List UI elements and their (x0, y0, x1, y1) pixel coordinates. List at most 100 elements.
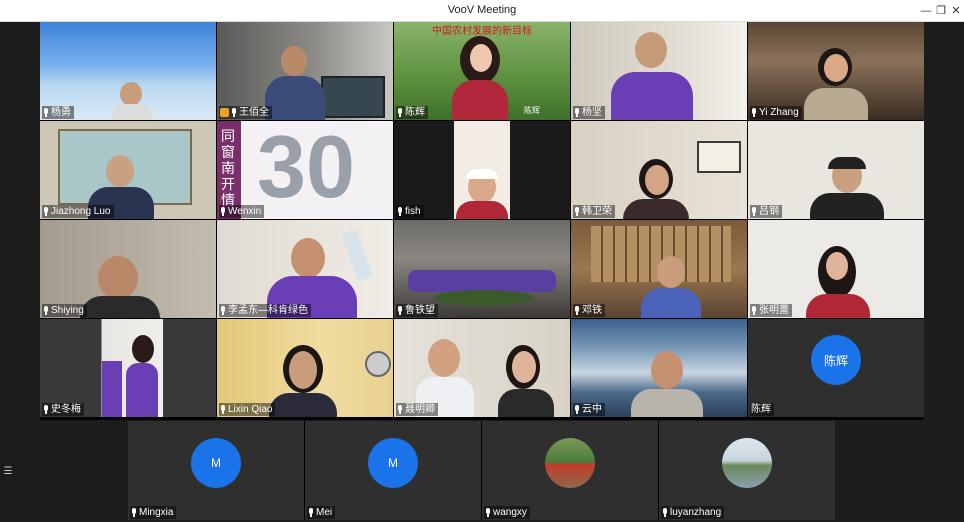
video-tile[interactable]: 陈辉 陈辉 (748, 319, 924, 417)
participant-label: 陈辉 (750, 403, 774, 416)
mic-icon (397, 306, 403, 315)
avatar: M (191, 437, 241, 488)
video-tile[interactable]: Lixin Qiao (217, 319, 393, 417)
participant-label: Mei (307, 506, 336, 519)
participant-name: 云中 (582, 404, 602, 415)
participant-name: 杨坚 (582, 107, 602, 118)
video-tile[interactable]: 中国农村发展的新目标 陈辉 陈辉 (394, 22, 570, 120)
video-tile[interactable]: wangxy (482, 421, 658, 520)
participant-list-toggle-icon[interactable]: ☰ (2, 466, 14, 478)
video-tile[interactable]: 鲁铁望 (394, 220, 570, 318)
mic-icon (397, 108, 403, 117)
video-tile[interactable]: 李孟东—科肯绿色 (217, 220, 393, 318)
participant-name: Wenxin (228, 206, 262, 217)
wall-painting (697, 141, 741, 173)
participant-label: 杨勇 (42, 106, 74, 119)
avatar (722, 437, 772, 488)
mic-icon (485, 508, 491, 517)
mic-icon (751, 207, 757, 216)
participant-label: luyanzhang (661, 506, 725, 519)
video-tile[interactable]: 吕钢 (748, 121, 924, 219)
mic-icon (43, 405, 49, 414)
mic-icon (574, 108, 580, 117)
video-tile[interactable]: 云中 (571, 319, 747, 417)
mic-icon (43, 207, 49, 216)
participant-label: Lixin Qiao (219, 403, 276, 416)
participant-label: 杨坚 (573, 106, 605, 119)
video-tile[interactable]: Yi Zhang (748, 22, 924, 120)
participant-name: 聂明卿 (405, 404, 435, 415)
video-tile[interactable]: 王佰全 (217, 22, 393, 120)
participant-name: 陈辉 (751, 404, 771, 415)
participant-label: 吕钢 (750, 205, 782, 218)
video-tile[interactable]: fish (394, 121, 570, 219)
mic-icon (43, 108, 49, 117)
video-grid: 杨勇 王佰全 中国农村发展的新目标 陈辉 陈辉 杨坚 Yi Zhang Jiaz… (40, 22, 924, 420)
close-icon[interactable]: ✕ (946, 1, 964, 21)
participant-label: 聂明卿 (396, 403, 438, 416)
poster-number: 30 (257, 121, 355, 216)
participant-name: 李孟东—科肯绿色 (228, 305, 308, 316)
video-tile[interactable]: 同窗南开情 30 Wenxin (217, 121, 393, 219)
mic-icon (220, 306, 226, 315)
window-title: VooV Meeting (447, 4, 517, 16)
video-tile[interactable]: 邓铁 (571, 220, 747, 318)
participant-label: Jiazhong Luo (42, 205, 114, 218)
video-tile[interactable]: 张明蕾 (748, 220, 924, 318)
participant-label: 史冬梅 (42, 403, 84, 416)
bottom-row: M Mingxia M Mei wangxy luyanzhang (128, 421, 835, 520)
video-tile[interactable]: 杨勇 (40, 22, 216, 120)
participant-label: 张明蕾 (750, 304, 792, 317)
participant-label: 云中 (573, 403, 605, 416)
mic-icon (751, 306, 757, 315)
participant-label: Wenxin (219, 205, 265, 218)
title-bar: VooV Meeting — ❐ ✕ (0, 0, 964, 22)
video-tile[interactable]: luyanzhang (659, 421, 835, 520)
participant-name: 鲁铁望 (405, 305, 435, 316)
participant-name: 史冬梅 (51, 404, 81, 415)
participant-label: 李孟东—科肯绿色 (219, 304, 311, 317)
participant-label: fish (396, 205, 424, 218)
participant-name: Jiazhong Luo (51, 206, 111, 217)
video-tile[interactable]: 聂明卿 (394, 319, 570, 417)
video-tile[interactable]: 史冬梅 (40, 319, 216, 417)
avatar: M (368, 437, 418, 488)
mic-icon (574, 207, 580, 216)
participant-name: 韩卫荣 (582, 206, 612, 217)
mic-icon (308, 508, 314, 517)
mic-icon (662, 508, 668, 517)
mic-icon (397, 405, 403, 414)
participant-label: 王佰全 (219, 106, 272, 119)
participant-name: 张明蕾 (759, 305, 789, 316)
participant-name: 杨勇 (51, 107, 71, 118)
participant-name: Yi Zhang (759, 107, 799, 118)
video-tile[interactable]: Shiying (40, 220, 216, 318)
participant-name: 吕钢 (759, 206, 779, 217)
video-tile[interactable]: 韩卫荣 (571, 121, 747, 219)
participant-label: 邓铁 (573, 304, 605, 317)
video-tile[interactable]: M Mei (305, 421, 481, 520)
mic-icon (397, 207, 403, 216)
participant-name: Mingxia (139, 507, 174, 518)
mic-icon (231, 108, 237, 117)
avatar: 陈辉 (811, 335, 861, 386)
participant-name: 王佰全 (239, 107, 269, 118)
video-tile[interactable]: Jiazhong Luo (40, 121, 216, 219)
participant-label: Mingxia (130, 506, 177, 519)
mic-icon (574, 306, 580, 315)
participant-name: luyanzhang (670, 507, 722, 518)
host-icon (220, 108, 229, 117)
participant-name: Lixin Qiao (228, 404, 273, 415)
video-tile[interactable]: M Mingxia (128, 421, 304, 520)
video-tile[interactable]: 杨坚 (571, 22, 747, 120)
participant-name: fish (405, 206, 421, 217)
participant-name: Mei (316, 507, 333, 518)
participant-label: 韩卫荣 (573, 205, 615, 218)
mic-icon (574, 405, 580, 414)
mic-icon (751, 108, 757, 117)
mic-icon (43, 306, 49, 315)
participant-name: Shiying (51, 305, 84, 316)
participant-label: wangxy (484, 506, 530, 519)
mic-icon (220, 405, 226, 414)
participant-name: 陈辉 (405, 107, 425, 118)
